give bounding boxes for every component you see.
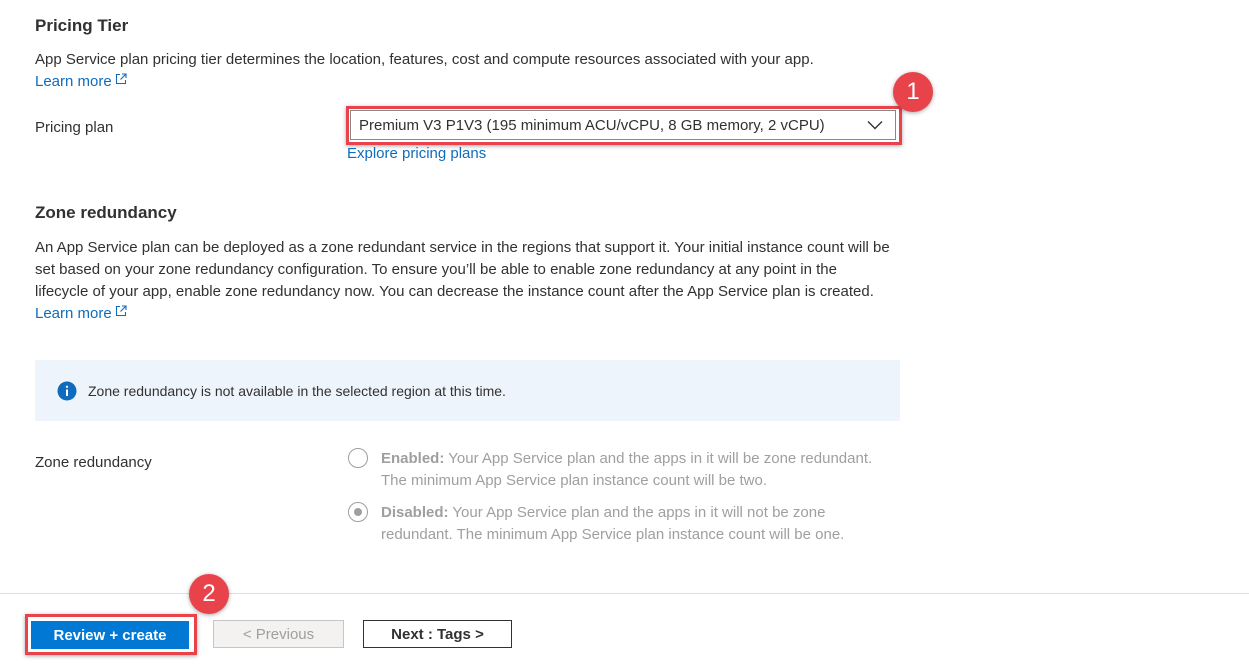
zone-disabled-title: Disabled: [381,504,449,521]
zone-enabled-option: Enabled: Your App Service plan and the a… [381,448,901,492]
zone-disabled-radio[interactable] [348,502,368,522]
pricing-learn-more-link[interactable]: Learn more [35,73,127,90]
zone-learn-more-label: Learn more [35,305,112,322]
zone-learn-more-link[interactable]: Learn more [35,305,127,322]
pricing-tier-heading: Pricing Tier [35,16,129,35]
pricing-tier-description: App Service plan pricing tier determines… [35,49,895,93]
info-icon [57,381,77,400]
step-badge-1: 1 [893,72,933,112]
pricing-description-text: App Service plan pricing tier determines… [35,51,814,68]
zone-description-text: An App Service plan can be deployed as a… [35,239,890,300]
zone-enabled-radio[interactable] [348,448,368,468]
next-tags-button[interactable]: Next : Tags > [363,620,512,648]
zone-info-banner: Zone redundancy is not available in the … [35,360,900,421]
zone-redundancy-label: Zone redundancy [35,454,152,471]
zone-disabled-text: Your App Service plan and the apps in it… [381,504,845,543]
zone-enabled-text: Your App Service plan and the apps in it… [381,450,873,489]
footer-divider [0,593,1249,594]
review-create-button[interactable]: Review + create [31,621,189,649]
zone-redundancy-heading: Zone redundancy [35,203,177,222]
zone-disabled-option: Disabled: Your App Service plan and the … [381,502,901,546]
external-link-icon [115,73,127,85]
explore-pricing-plans-link[interactable]: Explore pricing plans [347,143,486,165]
pricing-learn-more-label: Learn more [35,73,112,90]
external-link-icon [115,305,127,317]
radio-selected-dot [354,508,362,516]
pricing-plan-label: Pricing plan [35,119,114,136]
previous-button[interactable]: < Previous [213,620,344,648]
pricing-plan-dropdown[interactable]: Premium V3 P1V3 (195 minimum ACU/vCPU, 8… [350,110,896,140]
zone-info-text: Zone redundancy is not available in the … [88,382,506,399]
zone-redundancy-description: An App Service plan can be deployed as a… [35,237,890,325]
step-badge-2: 2 [189,574,229,614]
pricing-plan-value: Premium V3 P1V3 (195 minimum ACU/vCPU, 8… [359,116,825,134]
chevron-down-icon [867,121,883,130]
zone-enabled-title: Enabled: [381,450,445,467]
